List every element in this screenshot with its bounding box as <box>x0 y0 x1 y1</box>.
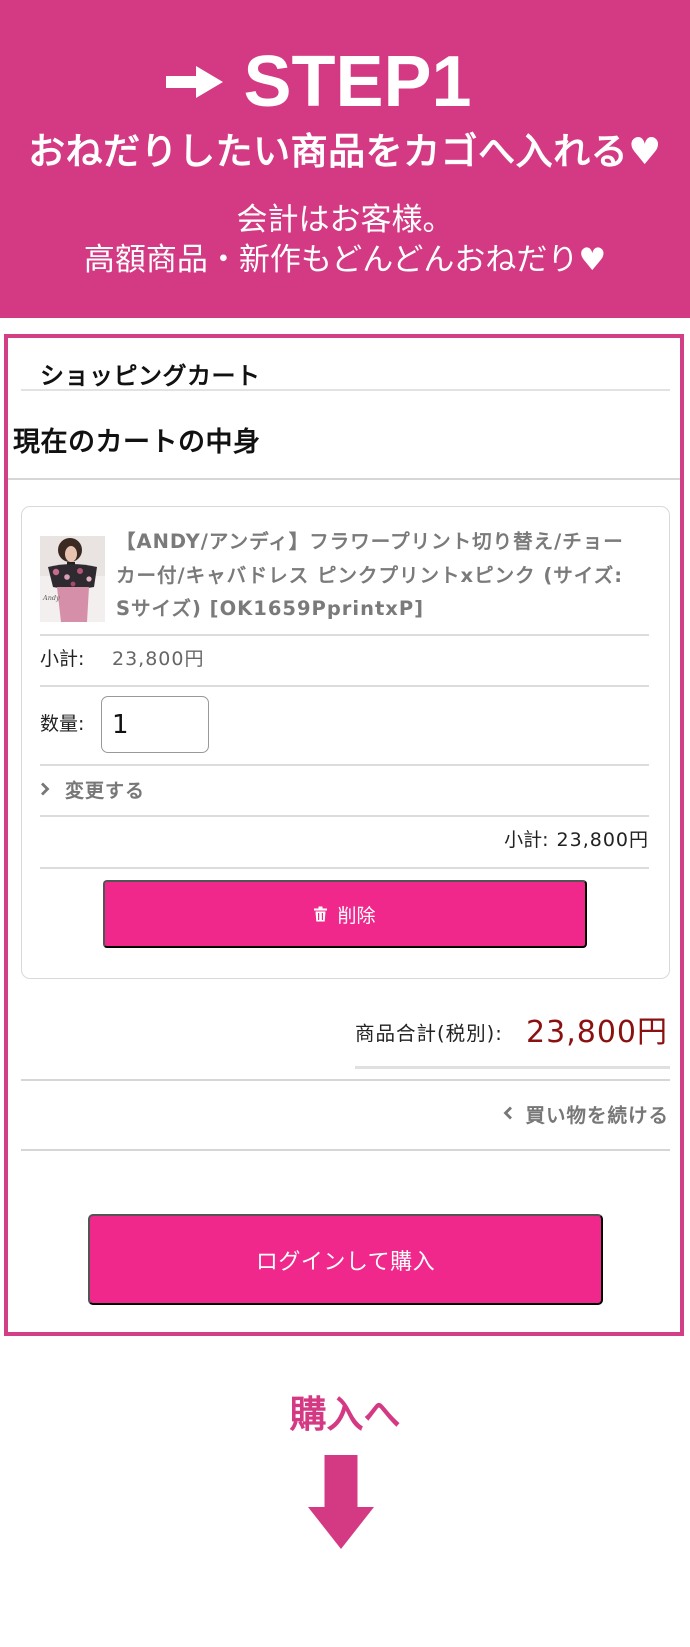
step-banner: STEP1 おねだりしたい商品をカゴへ入れる♥ 会計はお客様。 高額商品・新作も… <box>0 0 690 318</box>
section-divider <box>21 1079 670 1081</box>
shopping-cart-panel: ショッピングカート 現在のカートの中身 Andy 【ANDY/アンディ】フラワー… <box>4 334 684 1336</box>
order-total-underline <box>355 1066 670 1069</box>
delete-item-button[interactable]: 削除 <box>103 880 587 948</box>
unit-subtotal-row: 小計: 23,800円 <box>40 644 204 674</box>
item-divider <box>40 867 649 869</box>
step-label: STEP1 <box>243 42 472 122</box>
next-step-label: 購入へ <box>289 1393 401 1436</box>
cart-item-card: Andy 【ANDY/アンディ】フラワープリント切り替え/チョーカー付/キャバド… <box>21 506 670 979</box>
down-arrow-icon <box>308 1455 374 1549</box>
item-divider <box>40 634 649 636</box>
continue-shopping-label: 買い物を続ける <box>525 1103 669 1127</box>
login-and-purchase-button[interactable]: ログインして購入 <box>88 1214 603 1305</box>
change-quantity-label: 変更する <box>65 779 146 802</box>
chevron-left-icon <box>503 1106 513 1120</box>
banner-note-line-2: 高額商品・新作もどんどんおねだり♥ <box>83 242 607 278</box>
section-divider <box>21 1149 670 1151</box>
change-quantity-link[interactable]: 変更する <box>40 774 145 804</box>
unit-subtotal-label: 小計: <box>40 648 85 670</box>
quantity-label: 数量: <box>40 713 85 735</box>
right-arrow-icon <box>166 66 224 98</box>
line-subtotal-label: 小計: <box>504 829 549 851</box>
banner-note-line-1: 会計はお客様。 <box>236 202 454 238</box>
unit-subtotal-value: 23,800円 <box>112 648 205 670</box>
item-divider <box>40 815 649 817</box>
delete-item-label: 削除 <box>337 905 376 927</box>
product-name-link[interactable]: 【ANDY/アンディ】フラワープリント切り替え/チョーカー付/キャバドレス ピン… <box>116 525 640 626</box>
order-total-label: 商品合計(税別): <box>355 1022 503 1045</box>
product-thumbnail[interactable]: Andy <box>40 536 105 622</box>
chevron-right-icon <box>40 782 50 796</box>
banner-headline: おねだりしたい商品をカゴへ入れる♥ <box>28 130 662 173</box>
cart-title: ショッピングカート <box>40 362 261 390</box>
order-total-value: 23,800円 <box>526 1015 668 1050</box>
thumbnail-logo: Andy <box>42 594 60 602</box>
page: STEP1 おねだりしたい商品をカゴへ入れる♥ 会計はお客様。 高額商品・新作も… <box>0 0 690 1647</box>
quantity-input[interactable] <box>101 696 209 753</box>
item-divider <box>40 764 649 766</box>
line-subtotal-value: 23,800円 <box>556 829 649 851</box>
cart-title-underline <box>21 389 670 391</box>
continue-shopping-link[interactable]: 買い物を続ける <box>503 1098 669 1128</box>
step-heading: STEP1 <box>0 46 690 118</box>
trash-icon <box>314 906 328 922</box>
cart-contents-heading: 現在のカートの中身 <box>13 427 261 458</box>
line-subtotal-row: 小計: 23,800円 <box>504 825 649 855</box>
section-divider <box>8 478 680 480</box>
item-divider <box>40 685 649 687</box>
